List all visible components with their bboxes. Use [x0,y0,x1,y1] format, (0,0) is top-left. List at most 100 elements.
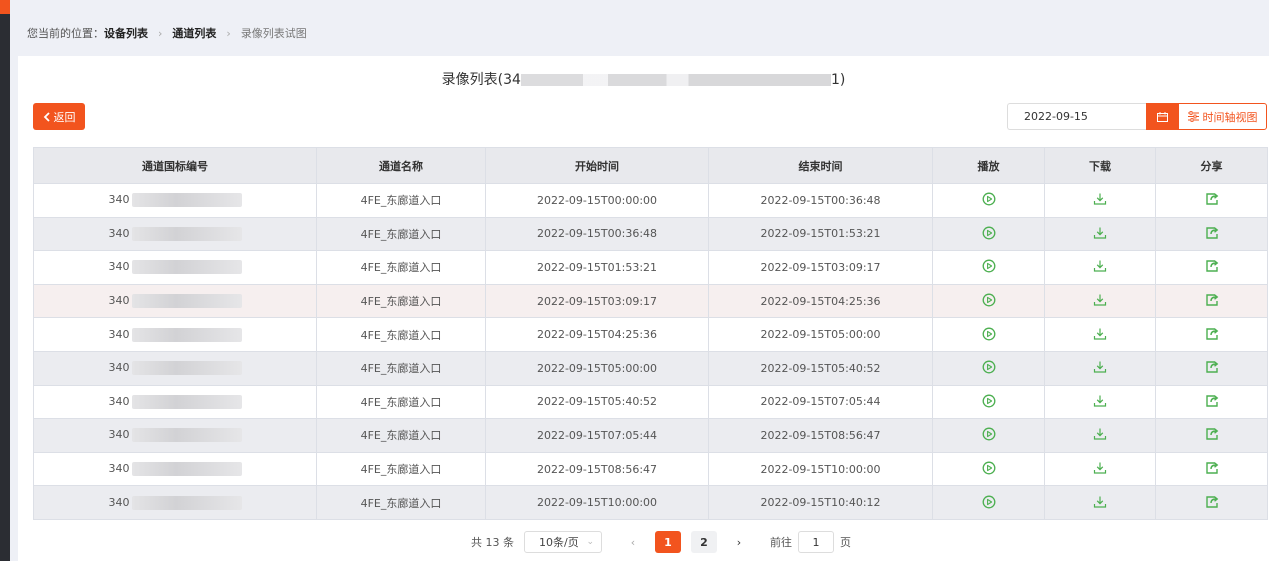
breadcrumb-channel-list[interactable]: 通道列表 [172,25,216,41]
back-button[interactable]: 返回 [33,103,85,130]
play-circle-icon [982,293,995,307]
cell-channel-name: 4FE_东廊道入口 [316,250,486,285]
download-icon [1093,496,1107,508]
date-input[interactable]: 2022-09-15 [1007,103,1146,130]
play-button[interactable] [981,494,997,510]
cell-end-time: 2022-09-15T04:25:36 [708,283,933,319]
cell-end-time: 2022-09-15T01:53:21 [708,216,933,252]
play-circle-icon [982,192,995,206]
table-row: 340 4FE_东廊道入口 2022-09-15T07:05:44 2022-09-1… [33,418,1268,453]
cell-play [932,451,1045,487]
breadcrumb-device-list[interactable]: 设备列表 [104,25,148,41]
calendar-button[interactable] [1146,103,1178,130]
page-size-value: 10条/页 [539,536,579,549]
cell-play [932,384,1045,420]
share-button[interactable] [1204,191,1220,207]
cell-download [1044,418,1156,453]
masked-channel-id [131,193,242,208]
cell-end-time: 2022-09-15T08:56:47 [708,418,933,453]
page-button-1[interactable]: 1 [655,531,681,553]
chevron-down-icon: ⌄ [586,537,594,547]
cell-end-time: 2022-09-15T05:40:52 [708,350,933,386]
download-button[interactable] [1092,359,1108,375]
goto-page-input[interactable]: 1 [798,531,834,553]
next-page-button[interactable]: › [728,531,750,553]
download-button[interactable] [1092,460,1108,476]
channel-id-prefix: 340 [108,462,130,476]
download-button[interactable] [1092,258,1108,274]
play-button[interactable] [981,326,997,342]
share-button[interactable] [1204,494,1220,510]
play-button[interactable] [981,393,997,409]
share-button[interactable] [1204,460,1220,476]
masked-channel-id [131,294,242,309]
masked-channel-id [131,327,242,342]
breadcrumb-current: 录像列表试图 [240,27,307,40]
download-button[interactable] [1092,225,1108,241]
main-panel: 录像列表(34 1) 返回 2022-09-15 时间轴视图 通道国标编号 通道… [18,56,1269,561]
channel-id-prefix: 340 [108,428,130,442]
share-button[interactable] [1204,426,1220,442]
share-button[interactable] [1204,292,1220,308]
masked-channel-id [131,495,242,510]
page-title: 录像列表(34 1) [18,69,1269,89]
cell-end-time: 2022-09-15T10:00:00 [708,451,933,487]
cell-share [1155,317,1268,352]
page-button-2[interactable]: 2 [691,531,717,553]
table-header-row: 通道国标编号 通道名称 开始时间 结束时间 播放 下载 分享 [33,147,1268,184]
download-button[interactable] [1092,191,1108,207]
timeline-view-label: 时间轴视图 [1202,110,1258,124]
channel-id-prefix: 340 [108,394,130,408]
cell-share [1155,451,1268,487]
share-icon [1205,294,1218,306]
masked-channel-id [131,462,242,477]
share-button[interactable] [1204,258,1220,274]
cell-start-time: 2022-09-15T00:36:48 [485,216,709,252]
cell-share [1155,485,1268,520]
share-button[interactable] [1204,326,1220,342]
share-icon [1205,428,1218,441]
play-button[interactable] [981,191,997,207]
play-button[interactable] [981,426,997,442]
cell-end-time: 2022-09-15T03:09:17 [708,250,933,285]
col-header-download: 下载 [1044,147,1156,184]
breadcrumb-separator-icon: › [226,26,231,40]
cell-start-time: 2022-09-15T00:00:00 [485,183,709,218]
cell-download [1044,317,1156,352]
share-icon [1205,495,1218,508]
cell-channel-id: 340 [33,418,317,453]
share-button[interactable] [1204,393,1220,409]
download-button[interactable] [1092,326,1108,342]
download-icon [1093,227,1107,239]
timeline-view-button[interactable]: 时间轴视图 [1178,103,1267,130]
play-button[interactable] [981,225,997,241]
pagination-total: 共 13 条 [471,536,514,549]
cell-start-time: 2022-09-15T07:05:44 [485,418,709,453]
cell-download [1044,384,1156,420]
share-button[interactable] [1204,225,1220,241]
share-button[interactable] [1204,359,1220,375]
cell-share [1155,216,1268,252]
channel-id-prefix: 340 [108,495,130,509]
prev-page-button[interactable]: ‹ [622,531,644,553]
cell-start-time: 2022-09-15T08:56:47 [485,451,709,487]
cell-download [1044,283,1156,319]
breadcrumb: 您当前的位置： 设备列表 › 通道列表 › 录像列表试图 [27,25,307,41]
recording-table: 通道国标编号 通道名称 开始时间 结束时间 播放 下载 分享 340 4FE_东廊… [33,147,1268,520]
cell-channel-id: 340 [33,350,317,386]
cell-start-time: 2022-09-15T05:00:00 [485,350,709,386]
play-button[interactable] [981,460,997,476]
masked-channel-id [131,226,242,241]
play-circle-icon [982,461,995,475]
page-size-select[interactable]: 10条/页 ⌄ [524,531,602,553]
download-button[interactable] [1092,426,1108,442]
download-button[interactable] [1092,393,1108,409]
table-row: 340 4FE_东廊道入口 2022-09-15T05:40:52 2022-09-1… [33,384,1268,420]
download-button[interactable] [1092,494,1108,510]
download-icon [1093,395,1107,407]
play-button[interactable] [981,359,997,375]
play-button[interactable] [981,258,997,274]
play-button[interactable] [981,292,997,308]
download-button[interactable] [1092,292,1108,308]
cell-start-time: 2022-09-15T05:40:52 [485,384,709,420]
